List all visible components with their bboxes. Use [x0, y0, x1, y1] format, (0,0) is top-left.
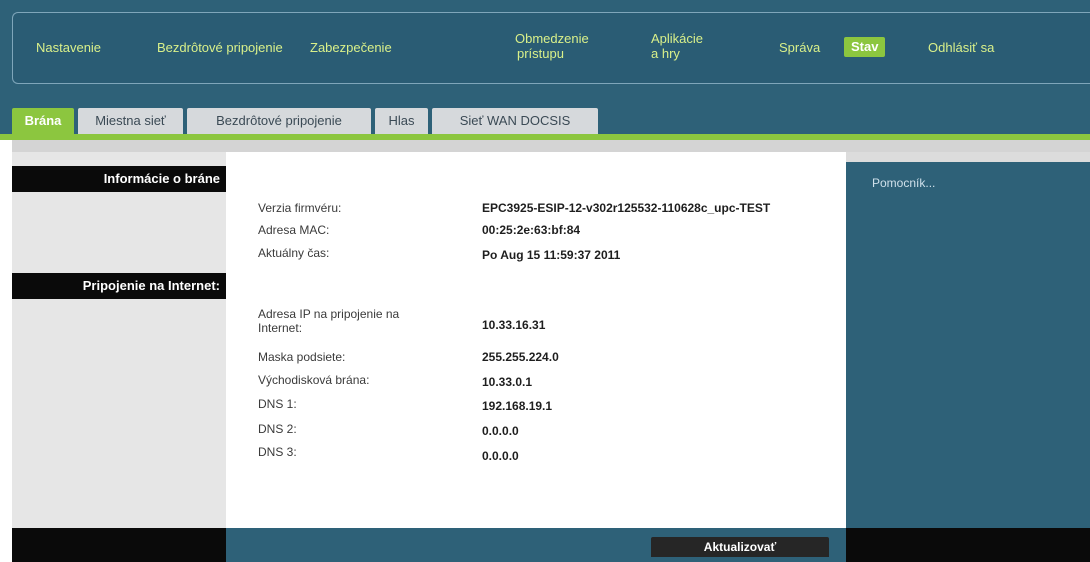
- dns3-value: 0.0.0.0: [482, 449, 519, 463]
- nav-applications-games[interactable]: Aplikácie a hry: [651, 31, 703, 61]
- dns3-label: DNS 3:: [258, 445, 297, 459]
- help-panel-top: [846, 152, 1090, 162]
- firmware-version-label: Verzia firmvéru:: [258, 201, 342, 215]
- nav-security[interactable]: Zabezpečenie: [310, 40, 392, 55]
- default-gateway-label: Východisková brána:: [258, 373, 370, 387]
- current-time-value: Po Aug 15 11:59:37 2011: [482, 248, 621, 262]
- nav-access-restrictions[interactable]: Obmedzenie prístupu: [500, 31, 589, 61]
- tab-voice[interactable]: Hlas: [375, 108, 428, 134]
- nav-logout[interactable]: Odhlásiť sa: [928, 40, 994, 55]
- help-link[interactable]: Pomocník...: [872, 176, 935, 190]
- nav-setup[interactable]: Nastavenie: [36, 40, 101, 55]
- tab-gateway[interactable]: Brána: [12, 108, 74, 134]
- refresh-button[interactable]: Aktualizovať: [651, 537, 829, 557]
- dns1-value: 192.168.19.1: [482, 399, 553, 413]
- mac-address-value: 00:25:2e:63:bf:84: [482, 223, 581, 237]
- nav-wireless[interactable]: Bezdrôtové pripojenie: [157, 40, 283, 55]
- page-left-edge: [0, 140, 12, 562]
- firmware-version-value: EPC3925-ESIP-12-v302r125532-110628c_upc-…: [482, 201, 771, 215]
- subnet-mask-value: 255.255.224.0: [482, 350, 559, 364]
- footer-left: [12, 528, 226, 562]
- content-top-border: [0, 140, 1090, 152]
- section-header-internet-connection: Pripojenie na Internet:: [12, 273, 226, 299]
- section-header-gateway-info: Informácie o bráne: [12, 166, 226, 192]
- nav-status[interactable]: Stav: [844, 37, 886, 57]
- internet-ip-label: Adresa IP na pripojenie na Internet:: [258, 307, 399, 335]
- nav-access-restrictions-line1: Obmedzenie: [515, 31, 589, 46]
- tab-wireless[interactable]: Bezdrôtové pripojenie: [187, 108, 371, 134]
- default-gateway-value: 10.33.0.1: [482, 375, 533, 389]
- current-time-label: Aktuálny čas:: [258, 246, 330, 260]
- nav-applications-line2: a hry: [651, 46, 680, 61]
- footer-right: [846, 528, 1090, 562]
- nav-applications-line1: Aplikácie: [651, 31, 704, 46]
- dns2-label: DNS 2:: [258, 422, 297, 436]
- tab-local-network[interactable]: Miestna sieť: [78, 108, 183, 134]
- mac-address-label: Adresa MAC:: [258, 223, 330, 237]
- internet-ip-value: 10.33.16.31: [482, 318, 546, 332]
- tab-wan-docsis[interactable]: Sieť WAN DOCSIS: [432, 108, 598, 134]
- left-column: [12, 152, 226, 562]
- help-panel: [846, 162, 1090, 528]
- nav-access-restrictions-line2: prístupu: [517, 46, 564, 61]
- subnet-mask-label: Maska podsiete:: [258, 350, 346, 364]
- dns2-value: 0.0.0.0: [482, 424, 519, 438]
- dns1-label: DNS 1:: [258, 397, 297, 411]
- nav-administration[interactable]: Správa: [779, 40, 820, 55]
- internet-ip-label-line2: Internet:: [258, 321, 303, 335]
- internet-ip-label-line1: Adresa IP na pripojenie na: [258, 307, 400, 321]
